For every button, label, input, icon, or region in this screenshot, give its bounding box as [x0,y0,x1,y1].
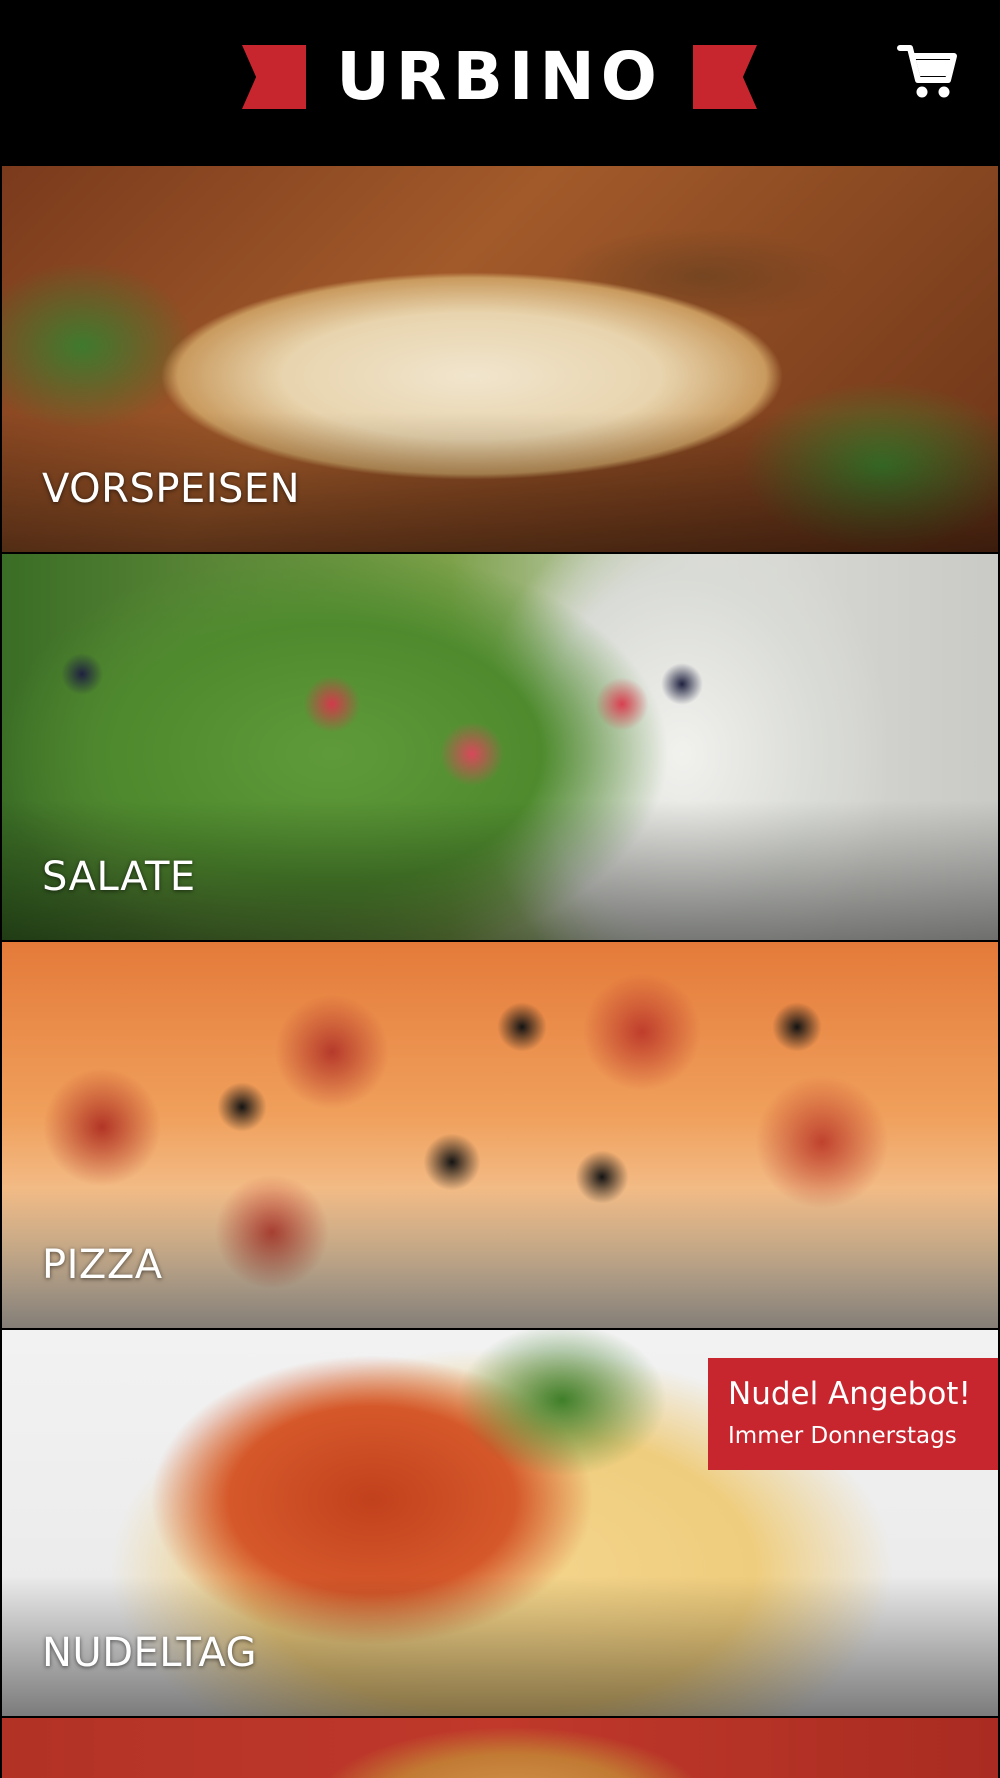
category-tile-burger[interactable] [2,1718,998,1778]
promo-subtitle: Immer Donnerstags [728,1423,957,1449]
category-tile-vorspeisen[interactable]: VORSPEISEN [2,166,998,552]
logo-ribbon-right [693,45,757,109]
category-tile-salate[interactable]: SALATE [2,554,998,940]
promo-badge[interactable]: Nudel Angebot! Immer Donnerstags [708,1358,998,1470]
app-screen: URBINO VORSPEISEN SALATE PIZZA Nudel Ang… [0,0,1000,1778]
app-header: URBINO [0,0,1000,164]
logo-wordmark: URBINO [336,38,663,115]
category-list: VORSPEISEN SALATE PIZZA Nudel Angebot! I… [0,164,1000,1778]
logo-ribbon-left [242,45,306,109]
category-label: PIZZA [42,1242,163,1288]
promo-title: Nudel Angebot! [728,1376,971,1412]
category-label: SALATE [42,854,196,900]
category-label: VORSPEISEN [42,466,301,512]
category-tile-pizza[interactable]: PIZZA [2,942,998,1328]
cart-icon [897,45,957,98]
category-tile-nudeltag[interactable]: Nudel Angebot! Immer Donnerstags NUDELTA… [2,1330,998,1716]
urbino-logo[interactable]: URBINO [242,38,757,115]
cart-button[interactable] [896,40,960,104]
category-label: NUDELTAG [42,1630,258,1676]
